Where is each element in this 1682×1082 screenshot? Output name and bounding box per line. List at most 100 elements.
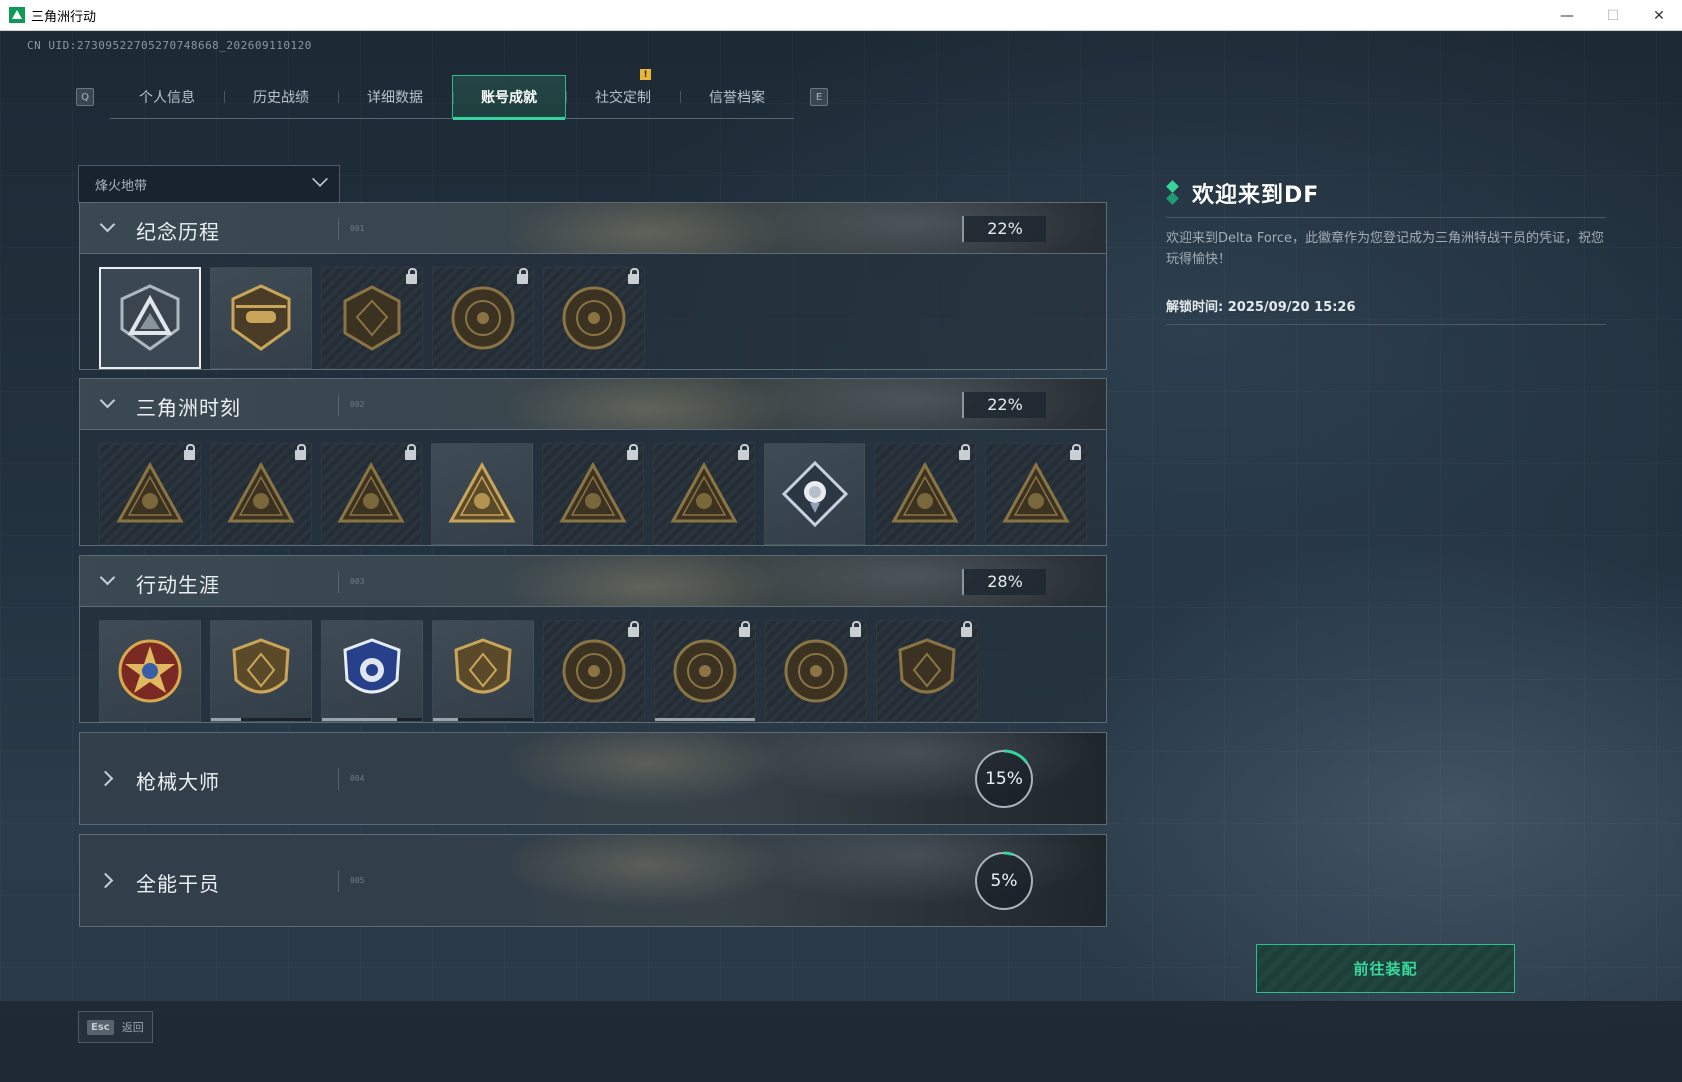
achievement-section: 全能干员 005 5% xyxy=(79,834,1107,927)
achievement-badge[interactable] xyxy=(321,267,423,369)
window-title: 三角洲行动 xyxy=(31,9,97,25)
mode-dropdown-value: 烽火地带 xyxy=(95,178,148,194)
badge-grid xyxy=(80,254,1106,380)
tab-2[interactable]: 历史战绩 xyxy=(224,75,338,118)
section-title: 纪念历程 xyxy=(136,219,220,244)
achievement-badge[interactable] xyxy=(876,620,978,722)
tab-label: 历史战绩 xyxy=(253,89,309,106)
tab-4[interactable]: 账号成就 xyxy=(452,75,566,120)
star-medal-icon xyxy=(118,639,182,703)
round-emblem-icon xyxy=(562,639,626,703)
achievement-badge[interactable] xyxy=(432,620,534,722)
tab-prev-key[interactable]: Q xyxy=(76,88,94,106)
section-title: 全能干员 xyxy=(136,871,220,896)
tab-1[interactable]: 个人信息 xyxy=(110,75,224,118)
chevron-down-icon xyxy=(99,392,116,409)
triangle-skull-icon xyxy=(1002,461,1070,523)
tab-label: 信誉档案 xyxy=(709,89,765,106)
section-header[interactable]: 纪念历程 001 22% xyxy=(80,203,1106,254)
achievement-badge[interactable] xyxy=(654,620,756,722)
achievement-badge[interactable] xyxy=(432,267,534,369)
achievement-badge[interactable] xyxy=(763,443,866,545)
achievement-badge[interactable] xyxy=(99,267,201,369)
tab-next-key[interactable]: E xyxy=(810,88,828,106)
achievement-title: 欢迎来到DF xyxy=(1192,183,1320,208)
achievement-section: 纪念历程 001 22% xyxy=(79,202,1107,370)
divider xyxy=(1166,217,1606,218)
achievement-badge[interactable] xyxy=(874,443,977,545)
section-code: 002 xyxy=(350,399,365,409)
triangle-crowd-icon xyxy=(559,461,627,523)
minimize-button[interactable]: — xyxy=(1544,0,1590,31)
window-controls: — ☐ ✕ xyxy=(1544,0,1682,31)
achievement-badge[interactable] xyxy=(652,443,755,545)
close-button[interactable]: ✕ xyxy=(1636,0,1682,31)
achievement-badge[interactable] xyxy=(320,443,423,545)
rose-diamond-icon xyxy=(781,460,848,528)
achievement-badge[interactable] xyxy=(321,620,423,722)
lock-icon xyxy=(626,444,638,460)
lock-icon xyxy=(1070,444,1082,460)
lock-icon xyxy=(737,444,749,460)
bottom-bar xyxy=(0,1001,1682,1082)
year-2025-emblem-icon xyxy=(562,286,626,350)
achievement-badge[interactable] xyxy=(99,620,201,722)
section-header[interactable]: 全能干员 005 5% xyxy=(80,835,1106,926)
section-percent: 15% xyxy=(985,768,1023,789)
achievement-badge[interactable] xyxy=(543,620,645,722)
divider xyxy=(338,570,339,593)
hex-emblem-icon xyxy=(343,285,401,351)
section-header[interactable]: 三角洲时刻 002 22% xyxy=(80,379,1106,430)
chevron-down-icon xyxy=(99,216,116,233)
section-title: 三角洲时刻 xyxy=(136,395,241,420)
back-button[interactable]: Esc 返回 xyxy=(78,1011,153,1043)
achievement-badge[interactable] xyxy=(210,620,312,722)
achievement-section: 枪械大师 004 15% xyxy=(79,732,1107,825)
mode-dropdown[interactable]: 烽火地带 xyxy=(78,165,340,203)
section-code: 005 xyxy=(350,875,365,885)
divider xyxy=(338,869,339,892)
lock-icon xyxy=(961,621,972,637)
badge-grid xyxy=(80,607,1106,733)
divider xyxy=(338,767,339,790)
triangle-figure-icon xyxy=(116,461,184,523)
divider xyxy=(338,393,339,416)
go-equip-button[interactable]: 前往装配 xyxy=(1256,944,1515,993)
window-titlebar: 三角洲行动 — ☐ ✕ xyxy=(0,0,1682,31)
chevron-down-icon xyxy=(99,569,116,586)
eye-emblem-icon xyxy=(784,639,848,703)
lock-icon xyxy=(628,268,639,284)
achievement-badge[interactable] xyxy=(542,443,644,545)
chevron-right-icon xyxy=(97,872,114,888)
tab-5[interactable]: 社交定制! xyxy=(566,69,680,118)
section-header[interactable]: 枪械大师 004 15% xyxy=(80,733,1106,824)
chevron-right-icon xyxy=(97,770,114,786)
tab-3[interactable]: 详细数据 xyxy=(338,75,452,118)
lock-icon xyxy=(517,268,528,284)
section-code: 004 xyxy=(350,773,365,783)
back-label: 返回 xyxy=(121,1021,144,1034)
section-percent: 28% xyxy=(962,568,1046,595)
achievement-badge[interactable] xyxy=(765,620,867,722)
maximize-button[interactable]: ☐ xyxy=(1590,0,1636,31)
skull-crosshair-icon xyxy=(673,639,737,703)
achievement-badge[interactable] xyxy=(209,443,312,545)
achievement-badge[interactable] xyxy=(99,443,201,545)
badge-progress-bar xyxy=(211,718,311,721)
badge-progress-bar xyxy=(655,718,755,721)
achievement-badge[interactable] xyxy=(543,267,645,369)
tab-6[interactable]: 信誉档案 xyxy=(680,75,794,118)
achievement-badge[interactable] xyxy=(431,443,534,545)
section-header[interactable]: 行动生涯 003 28% xyxy=(80,556,1106,607)
triangle-dolphin-icon xyxy=(670,461,738,523)
achievement-badge[interactable] xyxy=(210,267,312,369)
tab-label: 个人信息 xyxy=(139,89,195,106)
gem-shield-icon xyxy=(454,638,512,694)
police-shield-icon xyxy=(343,638,401,694)
tab-strip: 个人信息 历史战绩 详细数据 账号成就 社交定制! 信誉档案 xyxy=(110,69,794,120)
divider xyxy=(338,217,339,240)
achievement-badge[interactable] xyxy=(985,443,1088,545)
app-logo-icon xyxy=(9,7,25,23)
tab-label: 详细数据 xyxy=(367,89,423,106)
section-percent: 5% xyxy=(990,870,1018,891)
